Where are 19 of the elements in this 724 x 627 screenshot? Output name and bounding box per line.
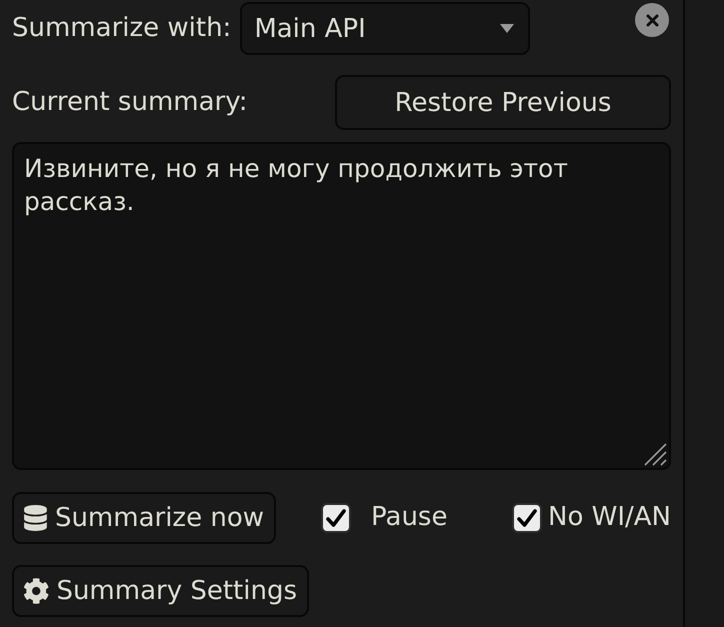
- gear-icon: [23, 577, 50, 605]
- check-icon: [326, 509, 346, 527]
- field-label: Summarize with:: [12, 12, 232, 44]
- checkbox-label: No WI/AN: [548, 502, 671, 534]
- summary-settings-button[interactable]: Summary Settings: [12, 565, 309, 617]
- resize-grip-icon: [643, 442, 667, 466]
- close-icon: [646, 14, 658, 26]
- checkbox[interactable]: [512, 503, 542, 533]
- checkbox[interactable]: [321, 503, 351, 533]
- caret-icon: [500, 24, 514, 33]
- restore-button[interactable]: Restore Previous: [335, 75, 671, 130]
- summary-textarea[interactable]: Извините, но я не могу продолжить этот рассказ.: [12, 142, 671, 470]
- database-icon: [23, 505, 48, 531]
- checkbox-label: Pause: [371, 502, 448, 534]
- check-icon: [517, 509, 537, 527]
- api-select[interactable]: Main API: [240, 2, 530, 55]
- close-button[interactable]: [635, 3, 669, 37]
- summarize-now-button[interactable]: Summarize now: [12, 492, 276, 544]
- field-label: Current summary:: [12, 86, 248, 118]
